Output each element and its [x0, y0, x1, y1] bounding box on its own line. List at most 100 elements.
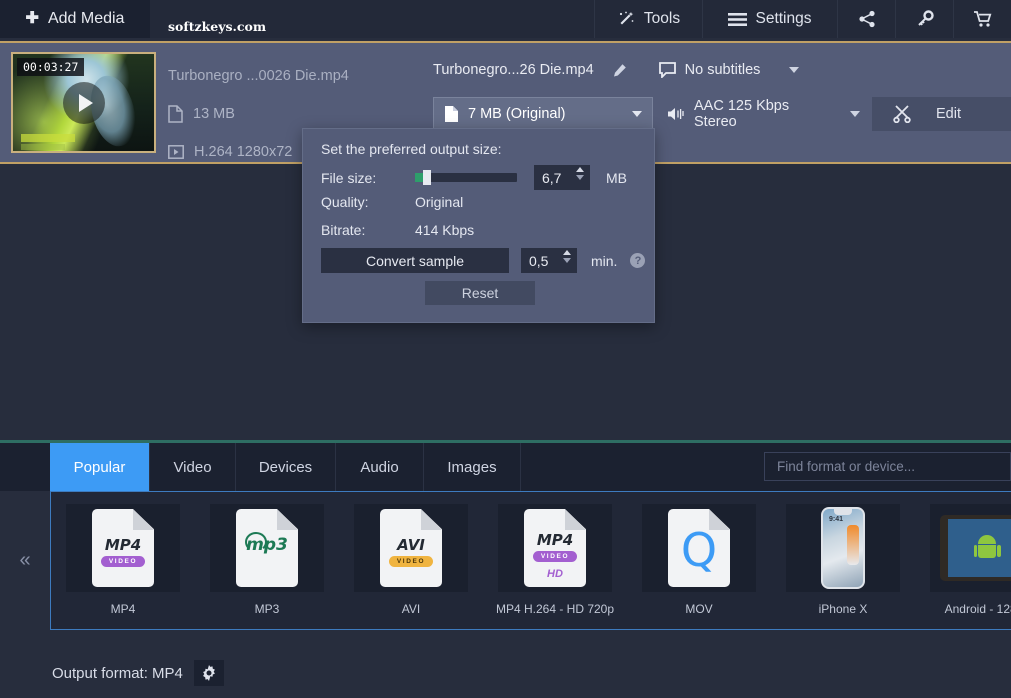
subtitles-label: No subtitles [684, 62, 761, 78]
reset-row: Reset [425, 281, 535, 305]
slider-handle[interactable] [423, 170, 431, 185]
slider-fill [415, 173, 423, 182]
tools-label: Tools [643, 10, 681, 27]
format-card-avi[interactable]: AVI VIDEO AVI [339, 492, 483, 629]
avi-file-icon: AVI VIDEO [380, 509, 442, 587]
chevron-left-icon: « [19, 549, 31, 571]
subtitles-dropdown[interactable]: No subtitles [658, 62, 800, 78]
cart-icon [973, 10, 993, 28]
output-filename: Turbonegro...26 Die.mp4 [433, 62, 594, 78]
icon-main-text: MP4 [536, 531, 574, 549]
format-icon-box: Q [642, 504, 756, 592]
file-size-row: File size: 6,7 MB [321, 165, 627, 190]
tab-popular[interactable]: Popular [50, 443, 150, 491]
format-card-android[interactable]: Android - 1280x [915, 492, 1011, 629]
format-icon-box: MP4 VIDEO [66, 504, 180, 592]
format-card-label: MP4 H.264 - HD 720p [495, 602, 615, 616]
file-icon [444, 105, 459, 123]
mp4-file-icon: MP4 VIDEO [92, 509, 154, 587]
iphone-icon: 9:41 [821, 507, 865, 589]
activate-key-button[interactable] [895, 0, 953, 38]
tab-devices[interactable]: Devices [236, 443, 336, 491]
output-size-popup: Set the preferred output size: File size… [302, 128, 655, 323]
stepper-up-icon[interactable] [563, 250, 571, 255]
settings-button[interactable]: Settings [702, 0, 837, 38]
output-name-row: Turbonegro...26 Die.mp4 No subtitles [433, 54, 1011, 86]
format-card-mp3[interactable]: mp3 MP3 [195, 492, 339, 629]
format-card-mp4-hd[interactable]: MP4 VIDEO HD MP4 H.264 - HD 720p [483, 492, 627, 629]
tab-label: Audio [360, 458, 399, 476]
play-button[interactable] [62, 81, 105, 124]
speech-bubble-icon [658, 62, 676, 78]
icon-hd-text: HD [547, 568, 563, 580]
video-duration: 00:03:27 [17, 58, 85, 76]
bitrate-label: Bitrate: [321, 222, 366, 238]
thumbnail-caption-bar [21, 134, 75, 142]
iphone-time: 9:41 [829, 516, 844, 523]
output-format-area: Output format: MP4 [52, 660, 224, 686]
play-icon [78, 93, 93, 112]
output-size-dropdown[interactable]: 7 MB (Original) [433, 97, 653, 131]
format-icon-box: AVI VIDEO [354, 504, 468, 592]
android-tablet-icon [940, 515, 1011, 581]
format-card-iphone-x[interactable]: 9:41 iPhone X [771, 492, 915, 629]
file-icon [168, 105, 183, 123]
pencil-icon[interactable] [612, 63, 627, 78]
sample-length-stepper[interactable]: 0,5 [521, 248, 577, 273]
settings-label: Settings [755, 10, 812, 27]
stepper-down-icon[interactable] [576, 175, 584, 180]
convert-sample-button[interactable]: Convert sample [321, 248, 509, 273]
help-icon[interactable]: ? [630, 253, 646, 268]
icon-main-text: mp3 [246, 535, 288, 555]
format-search[interactable] [764, 452, 1011, 481]
output-format-row: 7 MB (Original) AAC 125 Kbps Stereo Edit [433, 97, 1011, 131]
format-carousel[interactable]: MP4 VIDEO MP4 mp3 MP3 AVI VIDEO AVI MP4 … [50, 491, 1011, 630]
file-size-slider[interactable] [415, 170, 517, 185]
search-input[interactable] [777, 459, 997, 474]
format-card-label: MP3 [254, 602, 280, 616]
icon-badge: VIDEO [101, 556, 145, 567]
tab-audio[interactable]: Audio [336, 443, 424, 491]
format-settings-button[interactable] [193, 660, 224, 686]
format-card-label: iPhone X [818, 602, 868, 616]
tab-video[interactable]: Video [150, 443, 236, 491]
icon-badge: VIDEO [533, 551, 577, 562]
video-strip-icon [168, 144, 184, 160]
mp4-hd-file-icon: MP4 VIDEO HD [524, 509, 586, 587]
source-codec: H.264 1280x72 [194, 144, 293, 160]
add-media-label: Add Media [47, 10, 125, 27]
icon-badge: VIDEO [389, 556, 433, 567]
source-size: 13 MB [193, 106, 235, 122]
output-format-label: Output format: MP4 [52, 664, 183, 682]
android-robot-icon [973, 535, 1001, 561]
edit-label: Edit [936, 106, 961, 122]
chevron-down-icon [789, 67, 800, 73]
add-media-button[interactable]: ✚ Add Media [0, 0, 150, 38]
bottom-bar: Output format: MP4 Save to... Merge file… [0, 645, 1011, 698]
carousel-collapse-button[interactable]: « [0, 491, 50, 630]
share-button[interactable] [837, 0, 895, 38]
edit-button[interactable]: Edit [872, 97, 1011, 131]
format-card-mp4[interactable]: MP4 VIDEO MP4 [51, 492, 195, 629]
file-size-stepper[interactable]: 6,7 [534, 165, 590, 190]
video-thumbnail[interactable]: 00:03:27 [11, 52, 156, 153]
stepper-down-icon[interactable] [563, 258, 571, 263]
scissors-icon [892, 105, 912, 123]
hamburger-icon [728, 12, 748, 27]
format-card-mov[interactable]: Q MOV [627, 492, 771, 629]
reset-button[interactable]: Reset [425, 281, 535, 305]
audio-track-dropdown[interactable]: AAC 125 Kbps Stereo [653, 97, 872, 131]
app-window: ✚ Add Media softzkeys.com Tools Settings [0, 0, 1011, 698]
source-title: Turbonegro ...0026 Die.mp4 [168, 68, 349, 84]
tab-images[interactable]: Images [424, 443, 521, 491]
file-size-value: 6,7 [542, 169, 562, 186]
quality-label: Quality: [321, 194, 369, 210]
cart-button[interactable] [953, 0, 1011, 38]
format-card-label: AVI [401, 602, 421, 616]
mov-file-icon: Q [668, 509, 730, 587]
chevron-down-icon [850, 111, 860, 117]
stepper-up-icon[interactable] [576, 167, 584, 172]
quality-value: Original [415, 194, 464, 210]
magic-wand-icon [617, 10, 636, 29]
tools-button[interactable]: Tools [594, 0, 702, 38]
